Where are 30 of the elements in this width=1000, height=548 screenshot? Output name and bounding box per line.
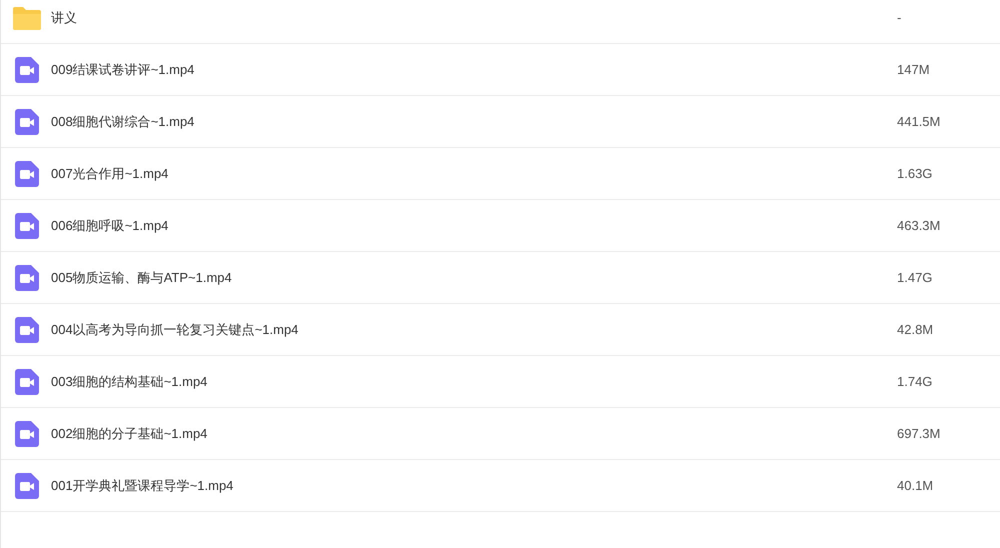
file-size: 40.1M — [897, 476, 934, 495]
file-size: 1.47G — [897, 268, 932, 287]
file-size: - — [897, 8, 902, 27]
video-camera-icon — [14, 420, 38, 446]
video-camera-icon — [14, 212, 38, 238]
video-camera-icon — [14, 56, 38, 82]
video-camera-icon — [14, 160, 38, 186]
file-name[interactable]: 004以高考为导向抓一轮复习关键点~1.mp4 — [51, 320, 897, 340]
file-size: 1.74G — [897, 372, 932, 391]
video-camera-icon — [14, 108, 38, 134]
video-camera-icon — [14, 472, 38, 498]
file-name[interactable]: 002细胞的分子基础~1.mp4 — [51, 424, 897, 444]
video-camera-icon — [14, 368, 38, 394]
video-camera-icon — [14, 316, 38, 342]
file-name[interactable]: 005物质运输、酶与ATP~1.mp4 — [51, 268, 897, 288]
file-size: 463.3M — [897, 216, 940, 235]
file-size: 441.5M — [897, 112, 940, 131]
folder-icon — [12, 4, 42, 30]
file-name[interactable]: 009结课试卷讲评~1.mp4 — [51, 60, 897, 80]
video-camera-icon — [14, 264, 38, 290]
file-name[interactable]: 003细胞的结构基础~1.mp4 — [51, 372, 897, 392]
file-size: 42.8M — [897, 320, 934, 339]
file-size: 147M — [897, 60, 930, 79]
file-name[interactable]: 006细胞呼吸~1.mp4 — [51, 216, 897, 236]
file-name[interactable]: 007光合作用~1.mp4 — [51, 164, 897, 184]
file-size: 1.63G — [897, 164, 932, 183]
file-name[interactable]: 008细胞代谢综合~1.mp4 — [51, 112, 897, 132]
file-name[interactable]: 讲义 — [51, 8, 897, 28]
file-size: 697.3M — [897, 424, 940, 443]
file-name[interactable]: 001开学典礼暨课程导学~1.mp4 — [51, 476, 897, 496]
